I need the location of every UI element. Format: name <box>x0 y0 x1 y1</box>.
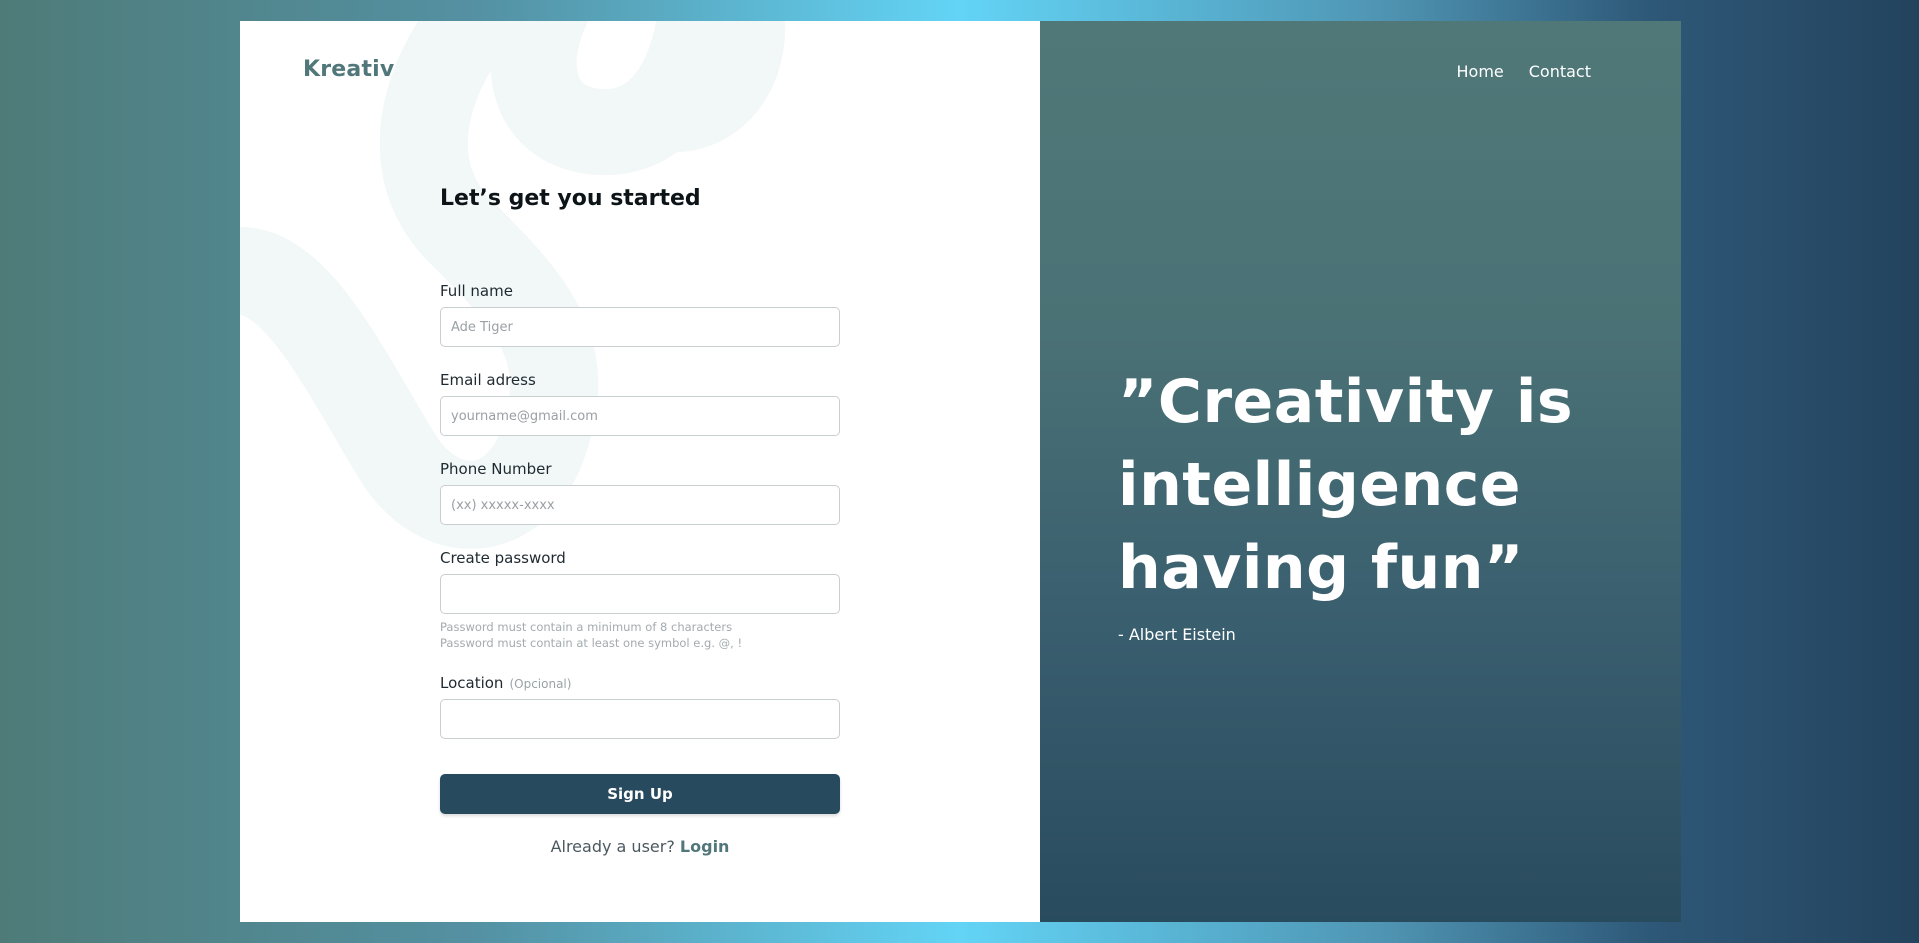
optional-tag: (Opcional) <box>509 677 572 691</box>
location-label: Location (Opcional) <box>440 674 840 692</box>
quote-line-3: having fun” <box>1118 533 1524 603</box>
login-prompt: Already a user? Login <box>440 837 840 856</box>
password-input[interactable] <box>440 574 840 614</box>
phone-input[interactable] <box>440 485 840 525</box>
password-hint-length: Password must contain a minimum of 8 cha… <box>440 620 733 634</box>
email-group: Email adress <box>440 371 840 436</box>
email-input[interactable] <box>440 396 840 436</box>
quote-author: - Albert Eistein <box>1118 625 1236 644</box>
quote-panel: Home Contact ”Creativity is intelligence… <box>1040 21 1681 922</box>
nav-home-link[interactable]: Home <box>1457 62 1504 81</box>
quote-text: ”Creativity is intelligence having fun” <box>1118 361 1598 610</box>
location-group: Location (Opcional) <box>440 674 840 739</box>
login-prompt-text: Already a user? <box>550 837 675 856</box>
top-nav: Home Contact <box>1457 62 1592 81</box>
password-label: Create password <box>440 549 566 567</box>
page-frame: Kreativ Let’s get you started Full name … <box>240 21 1681 922</box>
nav-contact-link[interactable]: Contact <box>1529 62 1591 81</box>
full-name-input[interactable] <box>440 307 840 347</box>
location-label-text: Location <box>440 674 504 692</box>
signup-panel: Kreativ Let’s get you started Full name … <box>240 21 1040 922</box>
signup-button[interactable]: Sign Up <box>440 774 840 814</box>
phone-group: Phone Number <box>440 460 840 525</box>
phone-label: Phone Number <box>440 460 552 478</box>
email-label: Email adress <box>440 371 536 389</box>
form-title: Let’s get you started <box>440 186 701 211</box>
full-name-label: Full name <box>440 282 513 300</box>
full-name-group: Full name <box>440 282 840 347</box>
location-input[interactable] <box>440 699 840 739</box>
password-group: Create password Password must contain a … <box>440 549 840 651</box>
quote-line-2: intelligence <box>1118 450 1521 520</box>
password-hint-symbol: Password must contain at least one symbo… <box>440 636 743 650</box>
quote-line-1: ”Creativity is <box>1118 367 1574 437</box>
brand-logo[interactable]: Kreativ <box>303 57 394 82</box>
login-link[interactable]: Login <box>680 837 730 856</box>
